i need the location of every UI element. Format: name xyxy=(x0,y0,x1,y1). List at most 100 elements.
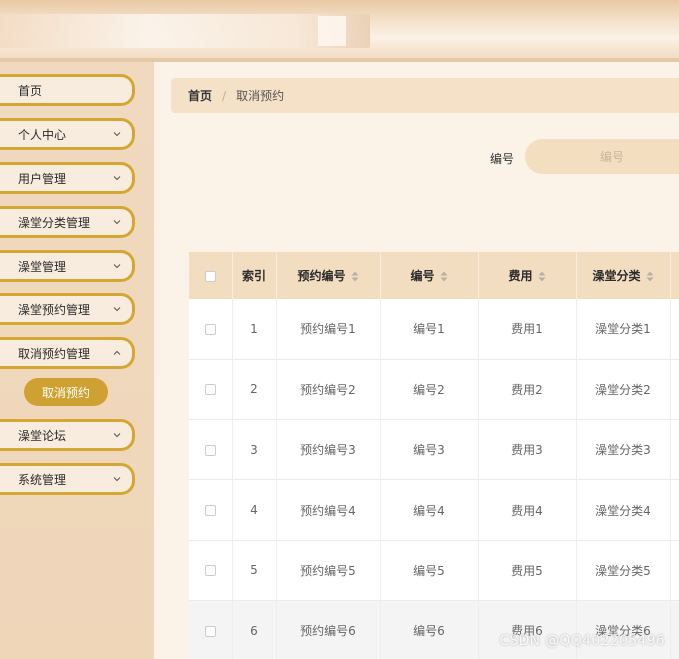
cell-booking-no: 预约编号6 xyxy=(276,600,381,659)
row-select-cell xyxy=(189,299,233,360)
sidebar-item-bathhouse-category-management[interactable]: 澡堂分类管理 xyxy=(0,206,135,238)
sidebar-item-label: 取消预约管理 xyxy=(18,346,91,361)
cell-booking-no: 预约编号5 xyxy=(276,540,381,601)
column-header-label: 编号 xyxy=(410,269,435,283)
sidebar-item-label: 澡堂预约管理 xyxy=(18,302,91,317)
column-header-label: 澡堂分类 xyxy=(592,269,641,283)
row-select-cell xyxy=(189,540,233,601)
cell-category: 澡堂分类3 xyxy=(576,419,671,481)
table-row[interactable]: 6 预约编号6 编号6 费用6 澡堂分类6 xyxy=(189,600,679,659)
data-table: 索引 预约编号 编号 费用 澡堂分类 1 预约编号1 编号1 费用1 澡堂分类1… xyxy=(189,252,679,659)
sidebar-item-cancel-booking-management[interactable]: 取消预约管理 xyxy=(0,337,135,369)
submenu-cancel-booking[interactable]: 取消预约 xyxy=(24,378,108,406)
sidebar: 首页 个人中心 用户管理 澡堂分类管理 澡堂管理 澡堂预约管理 取消预约管理 取… xyxy=(0,62,154,659)
sidebar-item-label: 个人中心 xyxy=(18,127,67,142)
cell-index: 6 xyxy=(232,600,277,659)
row-checkbox[interactable] xyxy=(204,444,216,456)
cell-booking-no: 预约编号4 xyxy=(276,479,381,541)
cell-fee: 费用5 xyxy=(478,540,577,601)
row-checkbox[interactable] xyxy=(204,565,216,577)
breadcrumb-home[interactable]: 首页 xyxy=(188,87,212,104)
cell-fee: 费用3 xyxy=(478,419,577,481)
cell-no: 编号1 xyxy=(380,299,479,360)
chevron-up-icon xyxy=(113,350,121,355)
breadcrumb-separator: / xyxy=(222,88,227,103)
row-select-cell xyxy=(189,359,233,421)
watermark: CSDN @QQ402205496 xyxy=(499,633,665,649)
table-row[interactable]: 3 预约编号3 编号3 费用3 澡堂分类3 xyxy=(189,419,679,481)
cell-fee: 费用2 xyxy=(478,359,577,421)
header-highlight xyxy=(318,16,346,46)
main-content: 首页 / 取消预约 编号 索引 预约编号 xyxy=(154,62,679,659)
sidebar-item-user-management[interactable]: 用户管理 xyxy=(0,162,135,194)
table-header-row: 索引 预约编号 编号 费用 澡堂分类 xyxy=(189,252,679,299)
cell-fee: 费用6 xyxy=(478,600,577,659)
sidebar-item-label: 澡堂管理 xyxy=(18,259,67,274)
chevron-down-icon xyxy=(113,264,121,269)
chevron-down-icon xyxy=(113,307,121,312)
sidebar-item-forum[interactable]: 澡堂论坛 xyxy=(0,419,135,451)
cell-overflow xyxy=(670,540,679,601)
cell-index: 3 xyxy=(232,419,277,481)
sort-icon[interactable] xyxy=(646,271,654,282)
cell-category: 澡堂分类2 xyxy=(576,359,671,421)
cell-booking-no: 预约编号2 xyxy=(276,359,381,421)
sort-icon[interactable] xyxy=(440,271,448,282)
chevron-down-icon xyxy=(113,176,121,181)
cell-no: 编号2 xyxy=(380,359,479,421)
row-select-cell xyxy=(189,419,233,481)
cell-category: 澡堂分类6 xyxy=(576,600,671,659)
table-row[interactable]: 4 预约编号4 编号4 费用4 澡堂分类4 xyxy=(189,479,679,541)
column-header-category[interactable]: 澡堂分类 xyxy=(576,252,671,299)
sidebar-item-label: 澡堂分类管理 xyxy=(18,215,91,230)
search-input[interactable] xyxy=(525,139,679,174)
sort-icon[interactable] xyxy=(538,271,546,282)
column-header-no[interactable]: 编号 xyxy=(380,252,479,299)
cell-no: 编号4 xyxy=(380,479,479,541)
cell-booking-no: 预约编号1 xyxy=(276,299,381,360)
cell-no: 编号5 xyxy=(380,540,479,601)
sidebar-item-label: 首页 xyxy=(18,83,43,98)
sidebar-item-label: 澡堂论坛 xyxy=(18,428,67,443)
cell-no: 编号3 xyxy=(380,419,479,481)
search-label: 编号 xyxy=(490,152,515,166)
sidebar-item-home[interactable]: 首页 xyxy=(0,74,135,106)
breadcrumb: 首页 / 取消预约 xyxy=(171,78,679,113)
chevron-down-icon xyxy=(113,433,121,438)
sidebar-item-personal-center[interactable]: 个人中心 xyxy=(0,118,135,150)
column-header-booking-no[interactable]: 预约编号 xyxy=(276,252,381,299)
row-checkbox[interactable] xyxy=(204,384,216,396)
column-header-fee[interactable]: 费用 xyxy=(478,252,577,299)
row-checkbox[interactable] xyxy=(204,625,216,637)
cell-overflow xyxy=(670,419,679,481)
chevron-down-icon xyxy=(113,132,121,137)
chevron-down-icon xyxy=(113,220,121,225)
sidebar-item-label: 用户管理 xyxy=(18,171,67,186)
cell-booking-no: 预约编号3 xyxy=(276,419,381,481)
cell-index: 2 xyxy=(232,359,277,421)
cell-fee: 费用1 xyxy=(478,299,577,360)
cell-overflow xyxy=(670,600,679,659)
cell-index: 1 xyxy=(232,299,277,360)
top-header xyxy=(0,0,679,62)
sidebar-item-bathhouse-management[interactable]: 澡堂管理 xyxy=(0,250,135,282)
cell-overflow xyxy=(670,479,679,541)
select-all-cell xyxy=(189,252,233,299)
sidebar-item-system-management[interactable]: 系统管理 xyxy=(0,463,135,495)
column-header-label: 费用 xyxy=(508,269,533,283)
table-row[interactable]: 5 预约编号5 编号5 费用5 澡堂分类5 xyxy=(189,540,679,601)
table-row[interactable]: 2 预约编号2 编号2 费用2 澡堂分类2 xyxy=(189,359,679,421)
sidebar-item-booking-management[interactable]: 澡堂预约管理 xyxy=(0,293,135,325)
cell-no: 编号6 xyxy=(380,600,479,659)
chevron-down-icon xyxy=(113,477,121,482)
sidebar-item-label: 系统管理 xyxy=(18,472,67,487)
cell-category: 澡堂分类5 xyxy=(576,540,671,601)
select-all-checkbox[interactable] xyxy=(204,270,216,282)
sort-icon[interactable] xyxy=(351,271,359,282)
row-select-cell xyxy=(189,479,233,541)
table-row[interactable]: 1 预约编号1 编号1 费用1 澡堂分类1 xyxy=(189,299,679,360)
cell-fee: 费用4 xyxy=(478,479,577,541)
cell-overflow xyxy=(670,299,679,360)
row-checkbox[interactable] xyxy=(204,323,216,335)
row-checkbox[interactable] xyxy=(204,505,216,517)
